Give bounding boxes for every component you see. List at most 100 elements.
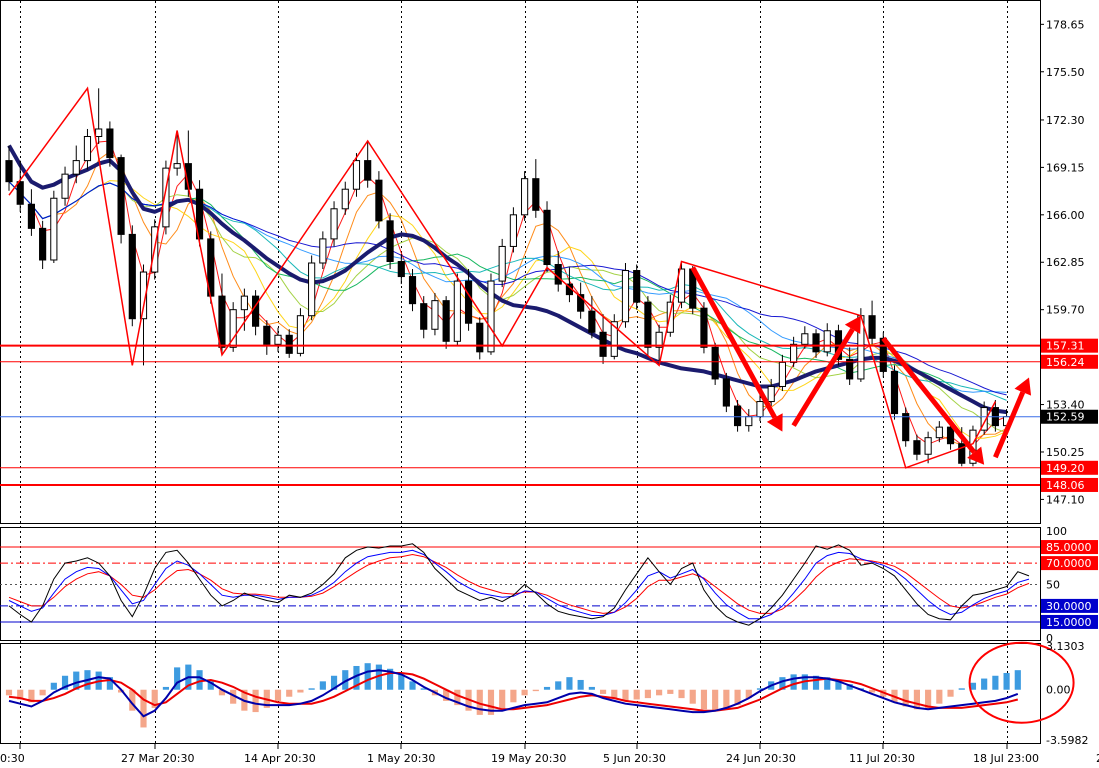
bull-candle — [802, 334, 808, 345]
bull-candle — [320, 239, 326, 263]
macd-hist-bar-pos — [959, 688, 965, 689]
macd-hist-bar-neg — [253, 690, 259, 712]
bear-candle — [409, 277, 415, 304]
macd-hist-bar-pos — [51, 683, 57, 690]
price-tick-label: 175.50 — [1046, 66, 1085, 79]
bear-candle — [286, 335, 292, 353]
macd-hist-bar-neg — [297, 690, 303, 693]
macd-hist-bar-neg — [690, 690, 696, 704]
bull-candle — [51, 198, 57, 260]
level-tag-label: 148.06 — [1046, 479, 1085, 492]
macd-hist-bar-neg — [40, 690, 46, 696]
bull-candle — [73, 161, 79, 175]
time-tick-label: 14 Apr 20:30 — [244, 752, 316, 765]
bear-candle — [723, 379, 729, 406]
bear-candle — [264, 326, 270, 344]
bear-candle — [701, 308, 707, 347]
macd-hist-bar-pos — [791, 674, 797, 689]
stoch-tick-label: 50 — [1046, 579, 1060, 592]
bear-candle — [443, 301, 449, 342]
bear-candle — [544, 210, 550, 264]
bull-candle — [309, 263, 315, 316]
macd-hist-bar-neg — [533, 690, 539, 691]
bull-candle — [84, 137, 90, 161]
macd-hist-bar-pos — [1004, 673, 1010, 690]
bull-candle — [622, 271, 628, 322]
time-tick-label: 27 Mar 20:30 — [121, 752, 194, 765]
macd-tick-label: 0.00 — [1046, 684, 1071, 697]
macd-hist-bar-pos — [589, 687, 595, 690]
bear-candle — [28, 204, 34, 228]
price-tick-label: 147.10 — [1046, 493, 1085, 506]
time-tick-label: 0:30 — [0, 752, 25, 765]
bear-candle — [847, 359, 853, 379]
macd-hist-bar-neg — [645, 690, 651, 698]
macd-hist-bar-pos — [1015, 670, 1021, 690]
time-tick-label: 11 Jul 20:30 — [849, 752, 915, 765]
level-tag-label: 149.20 — [1046, 462, 1085, 475]
price-tick-label: 162.85 — [1046, 256, 1085, 269]
time-tick-label: 1 May 20:30 — [367, 752, 435, 765]
stoch-level-label: 30.0000 — [1046, 600, 1092, 613]
macd-tick-label: -3.5982 — [1046, 734, 1088, 747]
bear-candle — [465, 281, 471, 323]
bull-candle — [454, 281, 460, 341]
bear-candle — [107, 129, 113, 158]
bull-candle — [768, 386, 774, 401]
bear-candle — [387, 221, 393, 262]
price-tick-label: 178.65 — [1046, 18, 1085, 31]
price-tick-label: 153.40 — [1046, 399, 1085, 412]
macd-hist-bar-pos — [992, 676, 998, 690]
bull-candle — [824, 331, 830, 352]
current-price-label: 152.59 — [1046, 411, 1085, 424]
macd-hist-bar-neg — [522, 690, 528, 696]
chart-canvas: 178.65175.50172.30169.15166.00162.85159.… — [0, 0, 1099, 765]
bear-candle — [891, 371, 897, 413]
forex-chart: 178.65175.50172.30169.15166.00162.85159.… — [0, 0, 1099, 765]
bull-candle — [241, 296, 247, 310]
bull-candle — [757, 402, 763, 417]
bear-candle — [376, 180, 382, 221]
bear-candle — [947, 427, 953, 444]
bear-candle — [6, 161, 12, 182]
bear-candle — [365, 161, 371, 181]
macd-hist-bar-neg — [667, 690, 673, 694]
bull-candle — [936, 427, 942, 438]
bull-candle — [96, 129, 102, 137]
bear-candle — [421, 304, 427, 330]
macd-tick-label: 3.1303 — [1046, 640, 1085, 653]
bull-candle — [746, 417, 752, 426]
bear-candle — [914, 441, 920, 455]
price-tick-label: 150.25 — [1046, 446, 1085, 459]
macd-hist-bar-neg — [656, 690, 662, 696]
stoch-level-label: 85.0000 — [1046, 541, 1092, 554]
bear-candle — [17, 182, 23, 205]
bear-candle — [813, 334, 819, 352]
price-tick-label: 166.00 — [1046, 209, 1085, 222]
bull-candle — [925, 438, 931, 455]
bear-candle — [634, 271, 640, 303]
bear-candle — [477, 323, 483, 352]
macd-hist-bar-neg — [701, 690, 707, 710]
bull-candle — [297, 316, 303, 354]
bull-candle — [432, 301, 438, 330]
macd-hist-bar-neg — [712, 690, 718, 711]
macd-hist-bar-neg — [510, 690, 516, 703]
bear-candle — [712, 347, 718, 379]
price-tick-label: 159.70 — [1046, 304, 1085, 317]
time-tick-label: 19 May 20:30 — [491, 752, 566, 765]
macd-hist-bar-neg — [286, 690, 292, 697]
bull-candle — [275, 335, 281, 344]
bull-candle — [331, 209, 337, 239]
macd-hist-bar-neg — [600, 690, 606, 694]
bear-candle — [398, 261, 404, 276]
bull-candle — [342, 189, 348, 209]
bear-candle — [589, 311, 595, 332]
bear-candle — [219, 296, 225, 347]
bear-candle — [118, 158, 124, 235]
macd-hist-bar-pos — [365, 663, 371, 690]
bull-candle — [488, 281, 494, 352]
time-tick-label: 5 Jun 20:30 — [603, 752, 666, 765]
macd-hist-bar-neg — [678, 690, 684, 698]
price-tick-label: 172.30 — [1046, 114, 1085, 127]
